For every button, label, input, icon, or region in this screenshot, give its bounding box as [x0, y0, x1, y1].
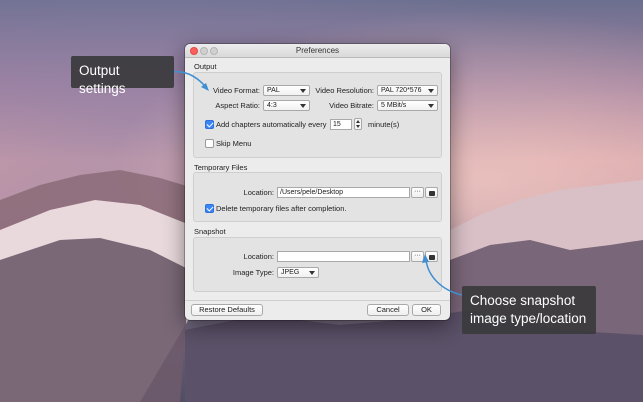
snapshot-callout: Choose snapshot image type/location: [462, 286, 596, 334]
snapshot-callout-line2: image type/location: [470, 311, 587, 326]
output-settings-callout: Output settings: [71, 56, 174, 96]
snapshot-callout-line1: Choose snapshot: [470, 293, 576, 308]
output-settings-callout-text: Output settings: [79, 63, 126, 96]
